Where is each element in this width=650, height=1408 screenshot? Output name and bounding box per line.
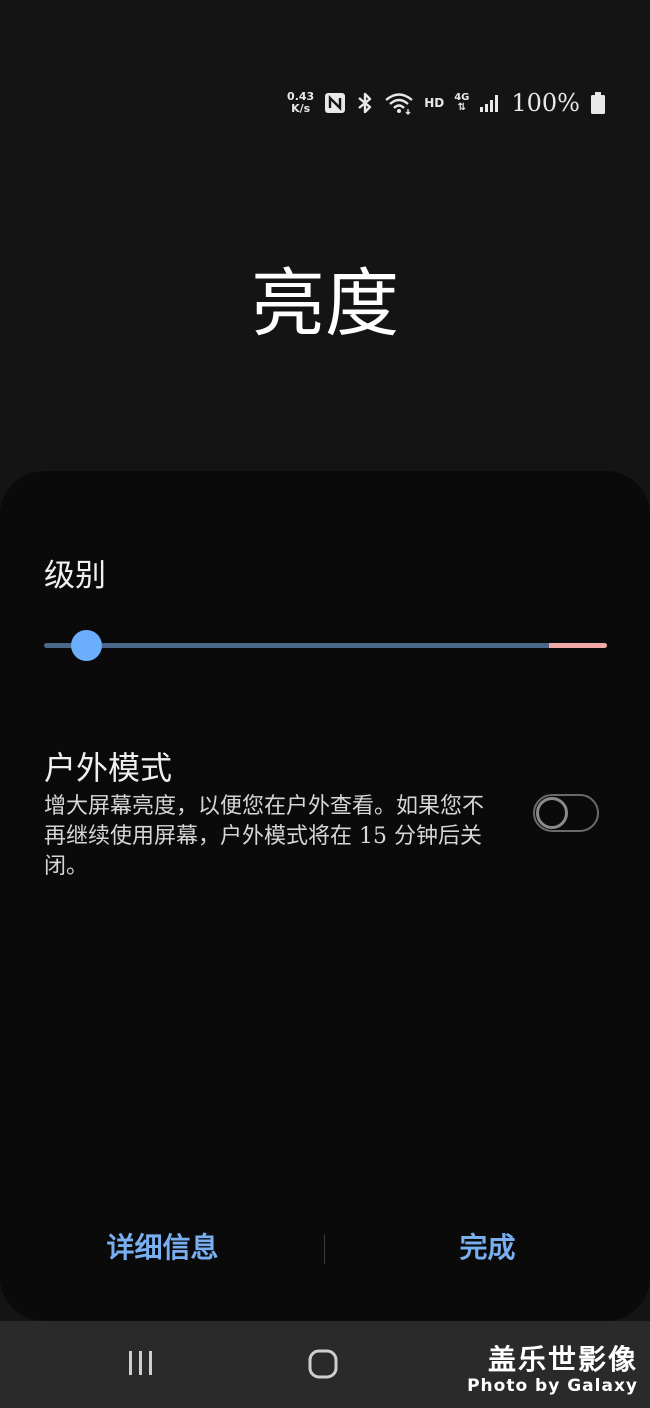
home-icon[interactable] xyxy=(307,1348,339,1380)
slider-outdoor-range xyxy=(549,643,607,648)
button-divider xyxy=(324,1234,325,1264)
hd-voice-badge: HD xyxy=(424,96,445,110)
brightness-panel xyxy=(0,471,650,1321)
nfc-icon xyxy=(324,92,346,114)
wifi-icon xyxy=(384,91,414,115)
network-type: 4G ⇅ xyxy=(454,93,469,113)
bluetooth-icon xyxy=(356,91,374,115)
battery-icon xyxy=(590,91,606,115)
slider-thumb[interactable] xyxy=(71,630,102,661)
brightness-slider[interactable] xyxy=(44,628,607,664)
page-title: 亮度 xyxy=(251,261,399,347)
signal-icon xyxy=(479,93,501,113)
watermark-main: 盖乐世影像 xyxy=(487,1343,638,1376)
network-speed-unit: K/s xyxy=(291,102,311,115)
slider-track xyxy=(44,643,607,648)
recents-icon[interactable] xyxy=(126,1348,156,1378)
battery-percent: 100% xyxy=(511,89,580,117)
level-label: 级别 xyxy=(44,558,106,594)
data-arrows-icon: ⇅ xyxy=(457,102,466,113)
outdoor-mode-toggle[interactable] xyxy=(533,794,599,832)
network-speed: 0.43 K/s xyxy=(287,91,314,115)
done-button[interactable]: 完成 xyxy=(400,1228,575,1268)
watermark: 盖乐世影像 Photo by Galaxy xyxy=(467,1343,638,1397)
outdoor-mode-title: 户外模式 xyxy=(44,749,173,787)
toggle-knob xyxy=(536,797,568,829)
outdoor-mode-description: 增大屏幕亮度，以便您在户外查看。如果您不再继续使用屏幕，户外模式将在 15 分钟… xyxy=(44,794,485,879)
watermark-sub: Photo by Galaxy xyxy=(467,1376,638,1396)
details-button[interactable]: 详细信息 xyxy=(60,1228,265,1268)
status-bar: 0.43 K/s HD 4G ⇅ 100% xyxy=(287,86,606,120)
